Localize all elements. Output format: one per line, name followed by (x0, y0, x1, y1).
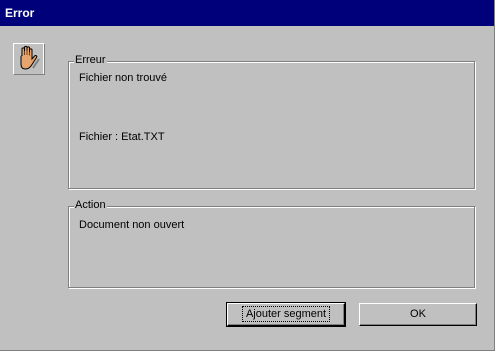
title-bar[interactable]: Error (0, 0, 494, 26)
ok-button[interactable]: OK (359, 303, 477, 326)
erreur-group: Erreur Fichier non trouvé Fichier : Etat… (68, 54, 476, 190)
file-name-line: Fichier : Etat.TXT (79, 131, 165, 143)
stop-hand-icon (13, 43, 45, 75)
add-segment-button[interactable]: Ajouter segment (226, 302, 346, 327)
erreur-group-label: Erreur (74, 54, 107, 67)
ok-button-label: OK (410, 308, 426, 320)
add-segment-button-label: Ajouter segment (241, 306, 331, 322)
window-title: Error (5, 6, 35, 20)
error-dialog: Error Erreur Fichier non trouvé Fichier … (0, 0, 495, 351)
action-group: Action Document non ouvert (68, 199, 476, 289)
error-message: Fichier non trouvé (79, 72, 168, 84)
action-group-label: Action (74, 199, 107, 212)
action-message: Document non ouvert (79, 219, 185, 231)
